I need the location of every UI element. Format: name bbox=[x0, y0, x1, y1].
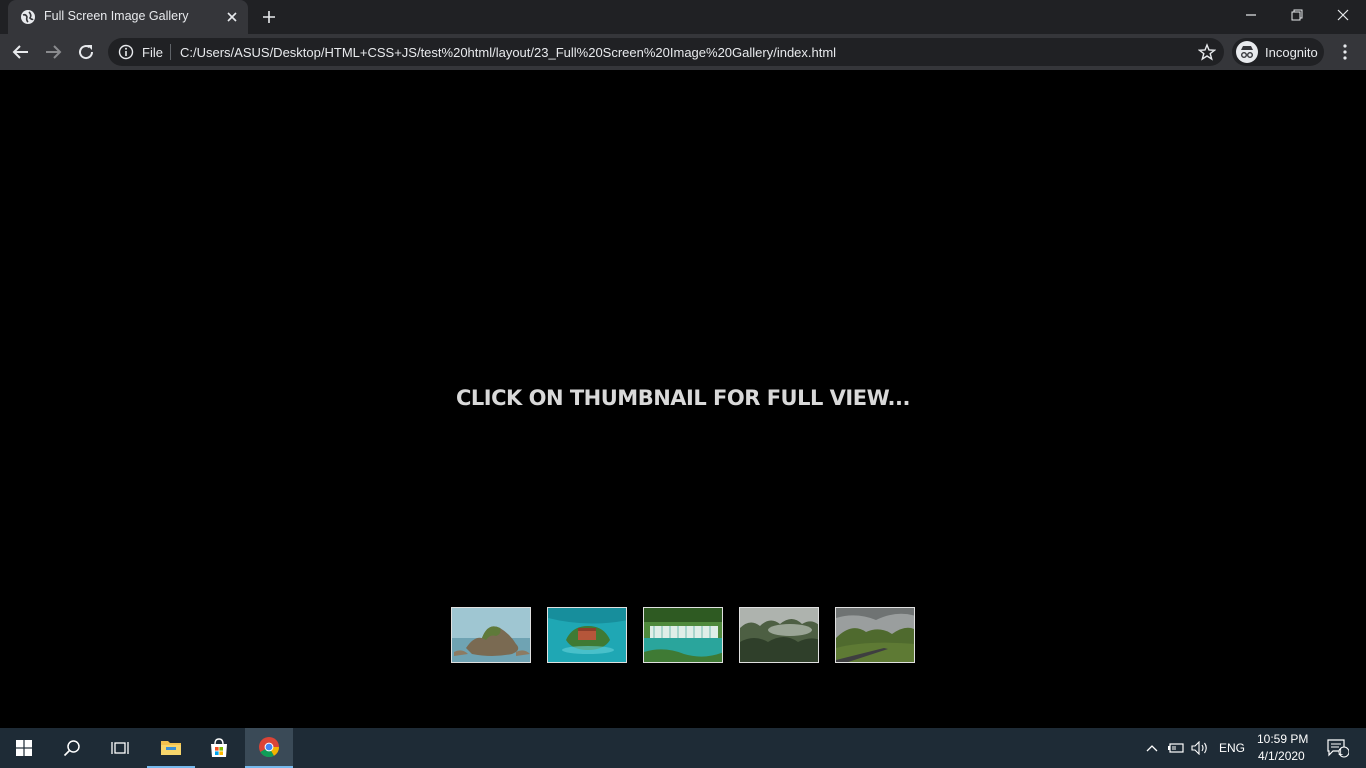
search-icon[interactable] bbox=[48, 728, 96, 768]
forward-arrow-icon[interactable] bbox=[42, 41, 64, 63]
incognito-label: Incognito bbox=[1265, 45, 1318, 60]
info-icon[interactable] bbox=[118, 44, 134, 60]
notification-count: 1 bbox=[1338, 747, 1344, 757]
volume-icon[interactable] bbox=[1188, 728, 1212, 768]
thumbnail-waterfalls[interactable] bbox=[643, 607, 723, 663]
windows-taskbar: ENG 10:59 PM 4/1/2020 1 bbox=[0, 728, 1366, 768]
thumbnail-turquoise-island[interactable] bbox=[547, 607, 627, 663]
clock-date[interactable]: 4/1/2020 bbox=[1258, 749, 1305, 763]
reload-icon[interactable] bbox=[75, 41, 97, 63]
restore-icon[interactable] bbox=[1274, 0, 1320, 30]
notification-icon[interactable]: 1 bbox=[1318, 728, 1358, 768]
windows-start-icon[interactable] bbox=[0, 728, 48, 768]
kebab-menu-icon[interactable] bbox=[1336, 41, 1354, 63]
new-tab-icon[interactable] bbox=[260, 8, 278, 26]
back-arrow-icon[interactable] bbox=[10, 41, 32, 63]
incognito-profile-button[interactable]: Incognito bbox=[1232, 38, 1324, 66]
close-tab-icon[interactable] bbox=[224, 9, 240, 25]
chevron-up-icon[interactable] bbox=[1140, 728, 1164, 768]
chrome-icon[interactable] bbox=[245, 728, 293, 768]
gallery-page: CLICK ON THUMBNAIL FOR FULL VIEW... bbox=[0, 70, 1366, 728]
task-view-icon[interactable] bbox=[96, 728, 144, 768]
tab-title: Full Screen Image Gallery bbox=[44, 9, 189, 23]
language-indicator[interactable]: ENG bbox=[1219, 741, 1245, 755]
close-window-icon[interactable] bbox=[1320, 0, 1366, 30]
battery-icon[interactable] bbox=[1164, 728, 1188, 768]
scheme-label: File bbox=[142, 45, 163, 60]
globe-icon bbox=[20, 9, 36, 25]
incognito-icon bbox=[1236, 41, 1258, 63]
clock-time[interactable]: 10:59 PM bbox=[1257, 732, 1308, 746]
thumbnail-mountain-road[interactable] bbox=[835, 607, 915, 663]
url-text[interactable]: C:/Users/ASUS/Desktop/HTML+CSS+JS/test%2… bbox=[180, 45, 836, 60]
address-divider bbox=[170, 44, 171, 60]
file-explorer-icon[interactable] bbox=[147, 728, 195, 768]
minimize-icon[interactable] bbox=[1228, 0, 1274, 30]
browser-tab[interactable]: Full Screen Image Gallery bbox=[8, 0, 248, 34]
tab-strip: Full Screen Image Gallery bbox=[0, 0, 1366, 34]
address-bar[interactable]: File C:/Users/ASUS/Desktop/HTML+CSS+JS/t… bbox=[108, 38, 1224, 66]
bookmark-star-icon[interactable] bbox=[1197, 43, 1217, 61]
thumbnail-rocky-island[interactable] bbox=[451, 607, 531, 663]
gallery-hint: CLICK ON THUMBNAIL FOR FULL VIEW... bbox=[456, 386, 910, 410]
store-icon[interactable] bbox=[195, 728, 243, 768]
browser-toolbar: File C:/Users/ASUS/Desktop/HTML+CSS+JS/t… bbox=[0, 34, 1366, 70]
thumbnail-misty-forest[interactable] bbox=[739, 607, 819, 663]
